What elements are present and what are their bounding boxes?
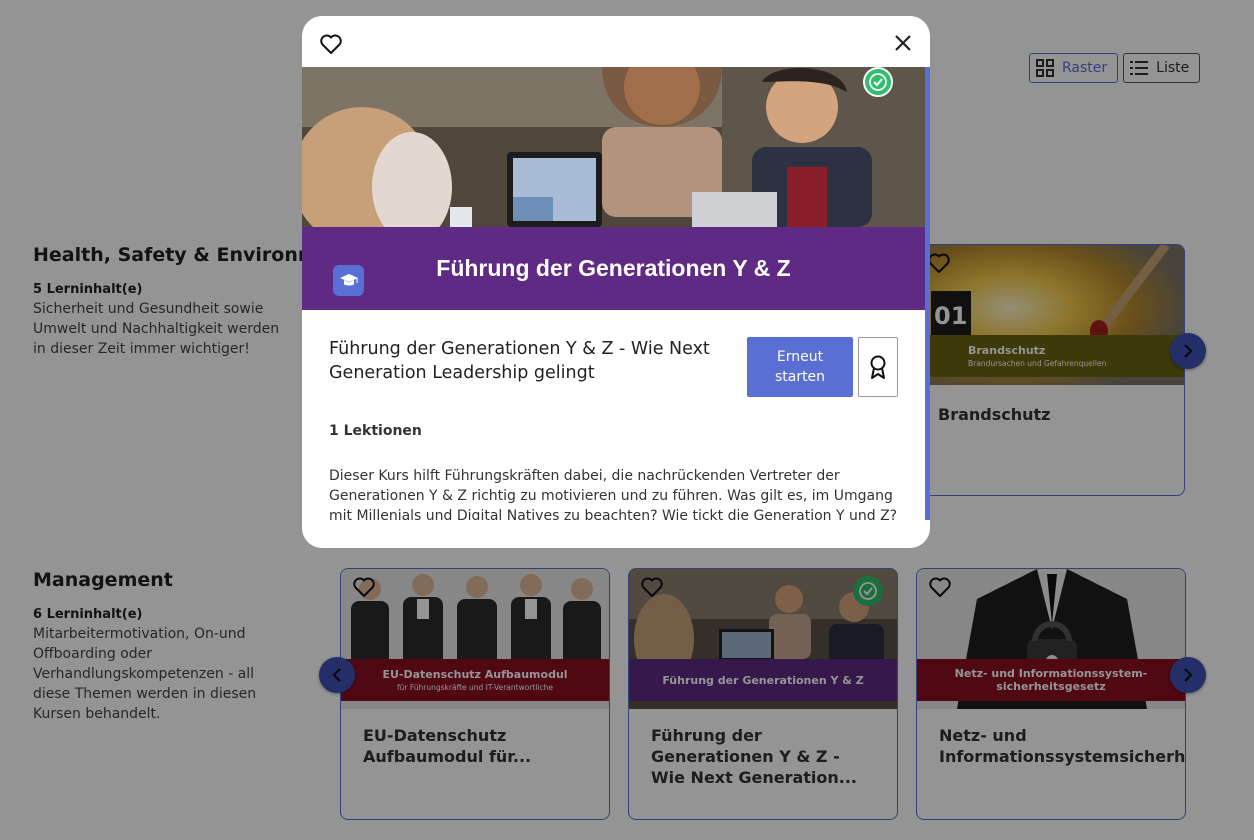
- course-details: Führung der Generationen Y & Z - Wie Nex…: [302, 310, 925, 520]
- banner-title: Führung der Generationen Y & Z: [436, 255, 791, 281]
- heart-icon[interactable]: [319, 33, 343, 55]
- modal-scrollbar[interactable]: [925, 67, 930, 520]
- graduation-cap-icon: [333, 265, 364, 296]
- course-banner: Führung der Generationen Y & Z: [302, 227, 925, 310]
- restart-button[interactable]: Erneut starten: [747, 337, 853, 397]
- check-circle-icon: [863, 67, 893, 97]
- course-description: Dieser Kurs hilft Führungskräften dabei,…: [329, 468, 898, 520]
- lesson-count: 1 Lektionen: [329, 423, 422, 439]
- team-meeting-photo: [302, 67, 925, 227]
- modal-content[interactable]: Führung der Generationen Y & Z Führung d…: [302, 67, 925, 520]
- course-detail-modal: Führung der Generationen Y & Z Führung d…: [302, 16, 930, 548]
- certificate-button[interactable]: [858, 337, 898, 397]
- course-hero-image: [302, 67, 925, 227]
- course-title: Führung der Generationen Y & Z - Wie Nex…: [329, 339, 710, 383]
- award-ribbon-icon: [870, 355, 886, 379]
- close-icon[interactable]: [892, 32, 914, 54]
